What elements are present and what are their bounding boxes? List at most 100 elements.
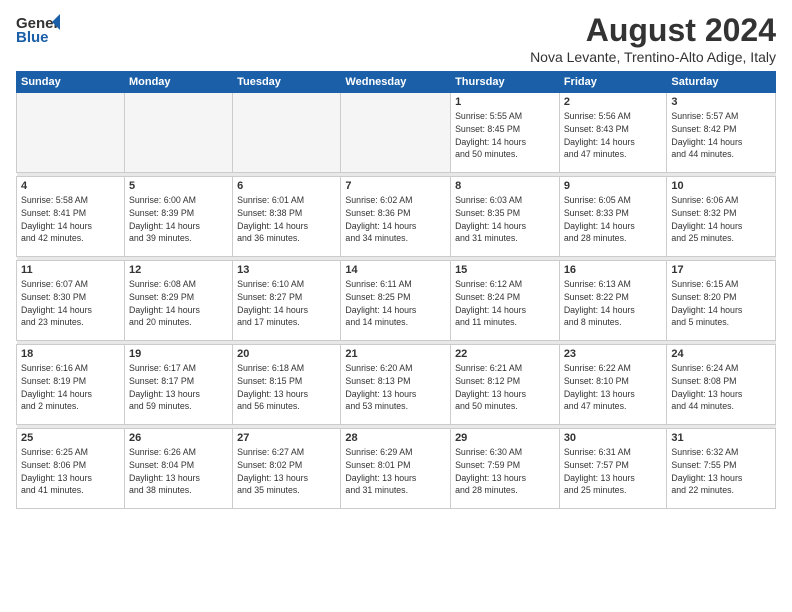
day-number: 27: [237, 432, 336, 444]
day-number: 6: [237, 180, 336, 192]
table-row: [124, 93, 232, 173]
day-info: Sunrise: 6:21 AM Sunset: 8:12 PM Dayligh…: [455, 362, 555, 413]
page-subtitle: Nova Levante, Trentino-Alto Adige, Italy: [530, 49, 776, 65]
day-info: Sunrise: 5:58 AM Sunset: 8:41 PM Dayligh…: [21, 194, 120, 245]
day-info: Sunrise: 6:30 AM Sunset: 7:59 PM Dayligh…: [455, 446, 555, 497]
table-row: 5 Sunrise: 6:00 AM Sunset: 8:39 PM Daylig…: [124, 177, 232, 257]
day-info: Sunrise: 6:32 AM Sunset: 7:55 PM Dayligh…: [671, 446, 771, 497]
day-info: Sunrise: 6:24 AM Sunset: 8:08 PM Dayligh…: [671, 362, 771, 413]
col-thursday: Thursday: [451, 72, 560, 93]
col-saturday: Saturday: [667, 72, 776, 93]
day-number: 14: [345, 264, 446, 276]
table-row: [233, 93, 341, 173]
day-number: 5: [129, 180, 228, 192]
day-info: Sunrise: 6:29 AM Sunset: 8:01 PM Dayligh…: [345, 446, 446, 497]
day-number: 17: [671, 264, 771, 276]
col-sunday: Sunday: [17, 72, 125, 93]
day-number: 16: [564, 264, 663, 276]
col-monday: Monday: [124, 72, 232, 93]
logo: General Blue: [16, 12, 60, 46]
day-info: Sunrise: 5:55 AM Sunset: 8:45 PM Dayligh…: [455, 110, 555, 161]
table-row: 23 Sunrise: 6:22 AM Sunset: 8:10 PM Dayli…: [559, 345, 667, 425]
col-friday: Friday: [559, 72, 667, 93]
table-row: 8 Sunrise: 6:03 AM Sunset: 8:35 PM Daylig…: [451, 177, 560, 257]
day-number: 10: [671, 180, 771, 192]
day-number: 1: [455, 96, 555, 108]
day-number: 11: [21, 264, 120, 276]
table-row: 29 Sunrise: 6:30 AM Sunset: 7:59 PM Dayli…: [451, 429, 560, 509]
day-info: Sunrise: 6:20 AM Sunset: 8:13 PM Dayligh…: [345, 362, 446, 413]
table-row: 6 Sunrise: 6:01 AM Sunset: 8:38 PM Daylig…: [233, 177, 341, 257]
table-row: 2Sunrise: 5:56 AM Sunset: 8:43 PM Daylig…: [559, 93, 667, 173]
day-number: 23: [564, 348, 663, 360]
table-row: [17, 93, 125, 173]
day-info: Sunrise: 6:11 AM Sunset: 8:25 PM Dayligh…: [345, 278, 446, 329]
day-number: 4: [21, 180, 120, 192]
day-info: Sunrise: 6:13 AM Sunset: 8:22 PM Dayligh…: [564, 278, 663, 329]
day-number: 31: [671, 432, 771, 444]
table-row: 11 Sunrise: 6:07 AM Sunset: 8:30 PM Dayli…: [17, 261, 125, 341]
table-row: 1 Sunrise: 5:55 AM Sunset: 8:45 PM Daylig…: [451, 93, 560, 173]
day-number: 13: [237, 264, 336, 276]
table-row: 4 Sunrise: 5:58 AM Sunset: 8:41 PM Daylig…: [17, 177, 125, 257]
table-row: 3Sunrise: 5:57 AM Sunset: 8:42 PM Daylig…: [667, 93, 776, 173]
day-info: Sunrise: 6:16 AM Sunset: 8:19 PM Dayligh…: [21, 362, 120, 413]
day-number: 30: [564, 432, 663, 444]
day-info: Sunrise: 6:12 AM Sunset: 8:24 PM Dayligh…: [455, 278, 555, 329]
header: General Blue August 2024 Nova Levante, T…: [16, 12, 776, 65]
day-number: 28: [345, 432, 446, 444]
day-number: 20: [237, 348, 336, 360]
day-number: 24: [671, 348, 771, 360]
table-row: 26 Sunrise: 6:26 AM Sunset: 8:04 PM Dayli…: [124, 429, 232, 509]
day-number: 2: [564, 96, 663, 108]
day-info: Sunrise: 6:15 AM Sunset: 8:20 PM Dayligh…: [671, 278, 771, 329]
day-info: Sunrise: 6:26 AM Sunset: 8:04 PM Dayligh…: [129, 446, 228, 497]
day-info: Sunrise: 6:25 AM Sunset: 8:06 PM Dayligh…: [21, 446, 120, 497]
page: General Blue August 2024 Nova Levante, T…: [0, 0, 792, 612]
table-row: 13 Sunrise: 6:10 AM Sunset: 8:27 PM Dayli…: [233, 261, 341, 341]
table-row: 22 Sunrise: 6:21 AM Sunset: 8:12 PM Dayli…: [451, 345, 560, 425]
table-row: 16 Sunrise: 6:13 AM Sunset: 8:22 PM Dayli…: [559, 261, 667, 341]
day-number: 9: [564, 180, 663, 192]
table-row: 12 Sunrise: 6:08 AM Sunset: 8:29 PM Dayli…: [124, 261, 232, 341]
day-number: 29: [455, 432, 555, 444]
table-row: 31 Sunrise: 6:32 AM Sunset: 7:55 PM Dayli…: [667, 429, 776, 509]
logo-icon: General Blue: [16, 12, 60, 46]
day-info: Sunrise: 5:57 AM Sunset: 8:42 PM Dayligh…: [671, 110, 771, 161]
day-info: Sunrise: 6:31 AM Sunset: 7:57 PM Dayligh…: [564, 446, 663, 497]
day-info: Sunrise: 6:08 AM Sunset: 8:29 PM Dayligh…: [129, 278, 228, 329]
table-row: 9Sunrise: 6:05 AM Sunset: 8:33 PM Daylig…: [559, 177, 667, 257]
table-row: 25 Sunrise: 6:25 AM Sunset: 8:06 PM Dayli…: [17, 429, 125, 509]
day-info: Sunrise: 6:02 AM Sunset: 8:36 PM Dayligh…: [345, 194, 446, 245]
day-info: Sunrise: 6:18 AM Sunset: 8:15 PM Dayligh…: [237, 362, 336, 413]
day-info: Sunrise: 6:03 AM Sunset: 8:35 PM Dayligh…: [455, 194, 555, 245]
table-row: 21Sunrise: 6:20 AM Sunset: 8:13 PM Dayli…: [341, 345, 451, 425]
day-number: 26: [129, 432, 228, 444]
table-row: 30 Sunrise: 6:31 AM Sunset: 7:57 PM Dayli…: [559, 429, 667, 509]
col-wednesday: Wednesday: [341, 72, 451, 93]
day-number: 12: [129, 264, 228, 276]
day-info: Sunrise: 6:00 AM Sunset: 8:39 PM Dayligh…: [129, 194, 228, 245]
table-row: 19Sunrise: 6:17 AM Sunset: 8:17 PM Dayli…: [124, 345, 232, 425]
day-info: Sunrise: 6:07 AM Sunset: 8:30 PM Dayligh…: [21, 278, 120, 329]
table-row: 7Sunrise: 6:02 AM Sunset: 8:36 PM Daylig…: [341, 177, 451, 257]
table-row: 24 Sunrise: 6:24 AM Sunset: 8:08 PM Dayli…: [667, 345, 776, 425]
table-row: 18 Sunrise: 6:16 AM Sunset: 8:19 PM Dayli…: [17, 345, 125, 425]
day-number: 19: [129, 348, 228, 360]
day-number: 22: [455, 348, 555, 360]
col-tuesday: Tuesday: [233, 72, 341, 93]
day-number: 25: [21, 432, 120, 444]
table-row: 14 Sunrise: 6:11 AM Sunset: 8:25 PM Dayli…: [341, 261, 451, 341]
day-info: Sunrise: 6:06 AM Sunset: 8:32 PM Dayligh…: [671, 194, 771, 245]
table-row: [341, 93, 451, 173]
day-info: Sunrise: 6:27 AM Sunset: 8:02 PM Dayligh…: [237, 446, 336, 497]
table-row: 27 Sunrise: 6:27 AM Sunset: 8:02 PM Dayli…: [233, 429, 341, 509]
day-number: 18: [21, 348, 120, 360]
day-number: 8: [455, 180, 555, 192]
day-number: 15: [455, 264, 555, 276]
table-row: 20 Sunrise: 6:18 AM Sunset: 8:15 PM Dayli…: [233, 345, 341, 425]
day-info: Sunrise: 6:10 AM Sunset: 8:27 PM Dayligh…: [237, 278, 336, 329]
day-info: Sunrise: 6:22 AM Sunset: 8:10 PM Dayligh…: [564, 362, 663, 413]
day-info: Sunrise: 6:01 AM Sunset: 8:38 PM Dayligh…: [237, 194, 336, 245]
table-row: 17 Sunrise: 6:15 AM Sunset: 8:20 PM Dayli…: [667, 261, 776, 341]
